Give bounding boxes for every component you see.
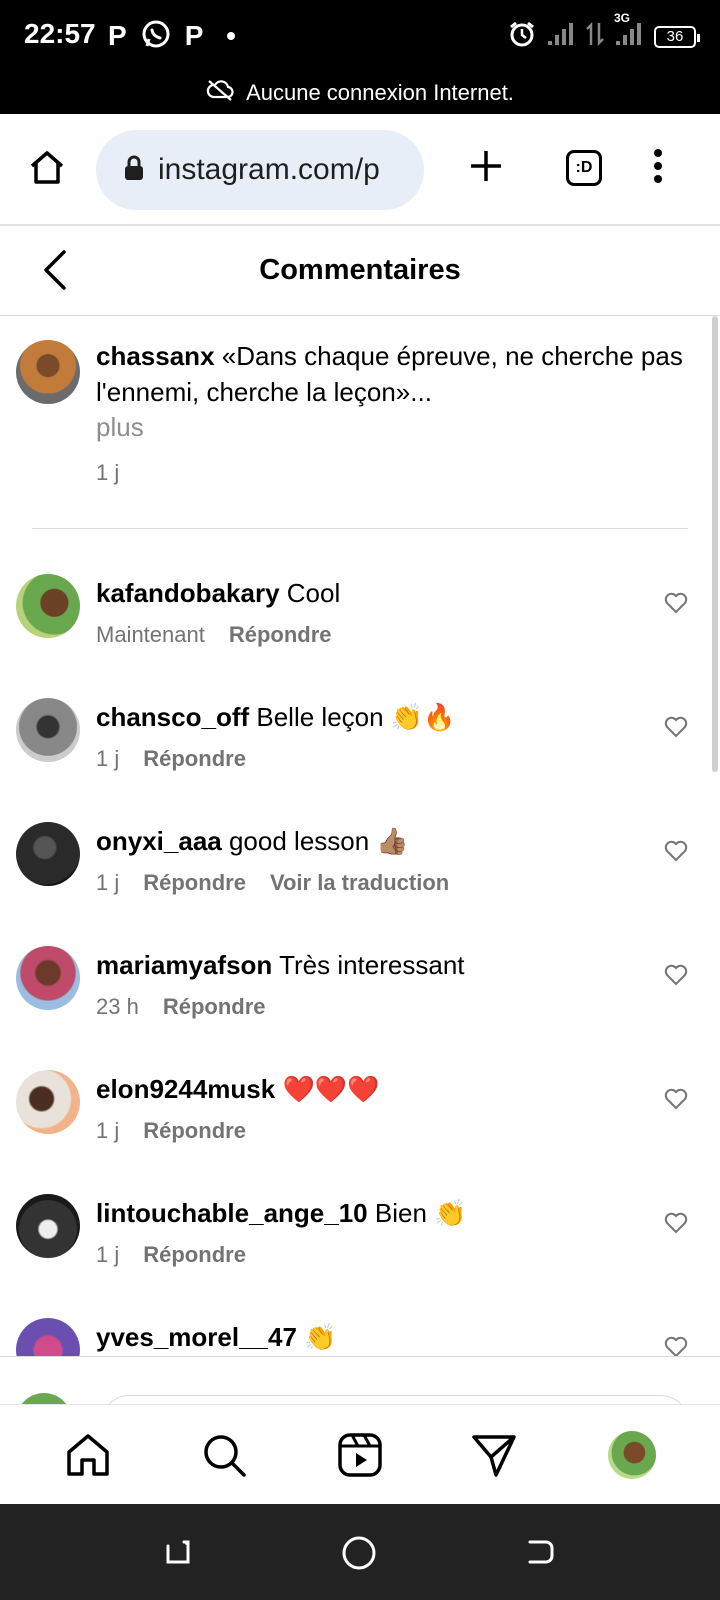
page-title: Commentaires bbox=[259, 254, 461, 286]
comment-username[interactable]: kafandobakary bbox=[96, 578, 280, 608]
post-caption: chassanx «Dans chaque épreuve, ne cherch… bbox=[96, 338, 706, 410]
comment-text: ❤️❤️❤️ bbox=[275, 1074, 380, 1104]
comment-text: 👏 bbox=[296, 1322, 337, 1352]
signal-icon bbox=[546, 21, 576, 52]
browser-menu-icon[interactable] bbox=[652, 148, 664, 189]
url-text: instagram.com/p bbox=[158, 153, 380, 186]
comment-time: 1 j bbox=[96, 1242, 120, 1267]
offline-text: Aucune connexion Internet. bbox=[246, 80, 514, 105]
browser-toolbar: instagram.com/p :D bbox=[0, 114, 720, 226]
comment-username[interactable]: chansco_off bbox=[96, 702, 249, 732]
avatar[interactable] bbox=[16, 340, 80, 404]
offline-banner: Aucune connexion Internet. bbox=[0, 72, 720, 114]
p-app-icon-2: P bbox=[184, 20, 204, 51]
battery-icon: 36 bbox=[654, 25, 700, 48]
comment-row: mariamyafson Très interessant 23 h Répond… bbox=[0, 946, 720, 1070]
avatar[interactable] bbox=[16, 1318, 80, 1356]
comment-text: good lesson 👍🏽 bbox=[221, 826, 409, 856]
status-bar: 22:57 P P 3G 36 bbox=[0, 0, 720, 72]
like-heart-icon[interactable] bbox=[664, 1088, 688, 1115]
comment-time: 1 j bbox=[96, 1118, 120, 1143]
reply-button[interactable]: Répondre bbox=[143, 870, 246, 896]
comment-username[interactable]: elon9244musk bbox=[96, 1074, 275, 1104]
p-app-icon: P bbox=[108, 20, 127, 51]
like-heart-icon[interactable] bbox=[664, 1336, 688, 1356]
comment-username[interactable]: mariamyafson bbox=[96, 950, 272, 980]
comment-row: onyxi_aaa good lesson 👍🏽 1 j Répondre Voir… bbox=[0, 822, 720, 946]
comment-text: Bien 👏 bbox=[367, 1198, 467, 1228]
comment-time: 1 j bbox=[96, 746, 120, 771]
comment-row: chansco_off Belle leçon 👏🔥 1 j Répondre bbox=[0, 698, 720, 822]
browser-home-icon[interactable] bbox=[28, 148, 66, 191]
like-heart-icon[interactable] bbox=[664, 840, 688, 867]
search-icon[interactable] bbox=[200, 1431, 248, 1484]
alarm-icon bbox=[508, 20, 536, 53]
direct-messages-icon[interactable] bbox=[470, 1431, 518, 1484]
system-navigation bbox=[0, 1504, 720, 1600]
like-heart-icon[interactable] bbox=[664, 1212, 688, 1239]
home-icon[interactable] bbox=[64, 1431, 112, 1484]
system-status-icons: 3G 36 bbox=[508, 11, 700, 53]
tab-switcher-icon[interactable]: :D bbox=[566, 150, 602, 186]
reply-button[interactable]: Répondre bbox=[163, 994, 266, 1020]
divider bbox=[32, 528, 688, 529]
new-tab-icon[interactable] bbox=[468, 148, 504, 189]
bottom-navigation bbox=[0, 1404, 720, 1504]
comment-text: Cool bbox=[279, 578, 341, 608]
more-link[interactable]: plus bbox=[96, 412, 144, 443]
comment-input-area bbox=[0, 1356, 720, 1404]
clock: 22:57 bbox=[24, 18, 96, 49]
avatar[interactable] bbox=[16, 946, 80, 1010]
avatar[interactable] bbox=[16, 822, 80, 886]
comment-row: yves_morel__47 👏 bbox=[0, 1318, 720, 1356]
reels-icon[interactable] bbox=[336, 1431, 384, 1484]
comments-list[interactable]: chassanx «Dans chaque épreuve, ne cherch… bbox=[0, 316, 720, 1356]
home-circle-icon[interactable] bbox=[342, 1536, 376, 1575]
translate-button[interactable]: Voir la traduction bbox=[270, 870, 449, 896]
comment-time: 1 j bbox=[96, 870, 120, 895]
reply-button[interactable]: Répondre bbox=[143, 1242, 246, 1268]
recent-apps-icon[interactable] bbox=[162, 1536, 194, 1573]
comment-time: 23 h bbox=[96, 994, 139, 1019]
comments-header: Commentaires bbox=[0, 226, 720, 316]
comment-username[interactable]: lintouchable_ange_10 bbox=[96, 1198, 368, 1228]
avatar[interactable] bbox=[16, 574, 80, 638]
data-transfer-icon bbox=[586, 21, 604, 52]
reply-button[interactable]: Répondre bbox=[143, 1118, 246, 1144]
cloud-off-icon bbox=[206, 79, 234, 107]
comment-username[interactable]: onyxi_aaa bbox=[96, 826, 222, 856]
lock-icon bbox=[124, 155, 144, 186]
comment-text: Très interessant bbox=[272, 950, 465, 980]
comment-text: Belle leçon 👏🔥 bbox=[249, 702, 456, 732]
avatar[interactable] bbox=[16, 1070, 80, 1134]
signal-3g-icon: 3G bbox=[614, 11, 644, 52]
comment-row: kafandobakary Cool Maintenant Répondre bbox=[0, 574, 720, 698]
reply-button[interactable]: Répondre bbox=[143, 746, 246, 772]
like-heart-icon[interactable] bbox=[664, 964, 688, 991]
like-heart-icon[interactable] bbox=[664, 716, 688, 743]
whatsapp-icon bbox=[141, 19, 171, 54]
comment-row: lintouchable_ange_10 Bien 👏 1 j Répondre bbox=[0, 1194, 720, 1318]
caption-username[interactable]: chassanx bbox=[96, 341, 215, 371]
profile-avatar[interactable] bbox=[608, 1431, 656, 1479]
avatar bbox=[16, 1393, 72, 1404]
avatar[interactable] bbox=[16, 1194, 80, 1258]
caption-time: 1 j bbox=[96, 460, 120, 485]
address-bar[interactable]: instagram.com/p bbox=[96, 130, 424, 210]
more-notifications-dot bbox=[227, 32, 236, 40]
like-heart-icon[interactable] bbox=[664, 592, 688, 619]
reply-button[interactable]: Répondre bbox=[229, 622, 332, 648]
back-icon[interactable] bbox=[524, 1536, 556, 1573]
notification-icons: P P bbox=[108, 18, 236, 54]
comment-row: elon9244musk ❤️❤️❤️ 1 j Répondre bbox=[0, 1070, 720, 1194]
comment-time: Maintenant bbox=[96, 622, 205, 647]
avatar[interactable] bbox=[16, 698, 80, 762]
comment-input[interactable] bbox=[100, 1395, 690, 1404]
comment-username[interactable]: yves_morel__47 bbox=[96, 1322, 297, 1352]
